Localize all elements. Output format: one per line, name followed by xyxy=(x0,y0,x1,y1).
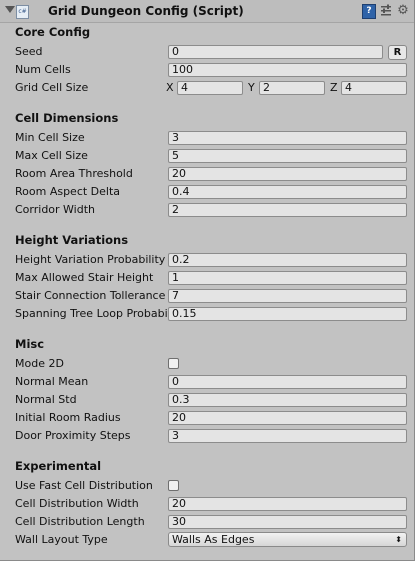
wall-layout-type-dropdown[interactable]: Walls As Edges ⬍ xyxy=(168,532,407,547)
num-cells-field[interactable]: 100 xyxy=(168,63,407,77)
max-allowed-stair-height-label: Max Allowed Stair Height xyxy=(15,271,154,284)
max-cell-size-label: Max Cell Size xyxy=(15,149,88,162)
inspector-panel: c# Grid Dungeon Config (Script) ? ⚙ Core… xyxy=(0,0,415,561)
cell-distribution-length-field[interactable]: 30 xyxy=(168,515,407,529)
corridor-width-label: Corridor Width xyxy=(15,203,96,216)
seed-label: Seed xyxy=(15,45,43,58)
reseed-button[interactable]: R xyxy=(388,45,407,60)
door-proximity-steps-label: Door Proximity Steps xyxy=(15,429,131,442)
cell-distribution-width-label: Cell Distribution Width xyxy=(15,497,139,510)
foldout-arrow-icon[interactable] xyxy=(5,6,15,13)
grid-z-field[interactable]: 4 xyxy=(341,81,407,95)
initial-room-radius-field[interactable]: 20 xyxy=(168,411,407,425)
use-fast-cell-distribution-checkbox[interactable] xyxy=(168,480,179,491)
grid-cell-size-label: Grid Cell Size xyxy=(15,81,89,94)
door-proximity-steps-field[interactable]: 3 xyxy=(168,429,407,443)
cell-distribution-length-label: Cell Distribution Length xyxy=(15,515,145,528)
room-aspect-delta-label: Room Aspect Delta xyxy=(15,185,121,198)
max-allowed-stair-height-field[interactable]: 1 xyxy=(168,271,407,285)
normal-mean-label: Normal Mean xyxy=(15,375,89,388)
stair-connection-tollerance-label: Stair Connection Tollerance xyxy=(15,289,166,302)
section-cell-dimensions: Cell Dimensions xyxy=(15,111,119,125)
seed-field[interactable]: 0 xyxy=(168,45,383,59)
grid-y-field[interactable]: 2 xyxy=(259,81,325,95)
room-area-threshold-label: Room Area Threshold xyxy=(15,167,133,180)
corridor-width-field[interactable]: 2 xyxy=(168,203,407,217)
num-cells-label: Num Cells xyxy=(15,63,71,76)
spanning-tree-loop-probability-field[interactable]: 0.15 xyxy=(168,307,407,321)
room-area-threshold-field[interactable]: 20 xyxy=(168,167,407,181)
mode-2d-label: Mode 2D xyxy=(15,357,64,370)
mode-2d-checkbox[interactable] xyxy=(168,358,179,369)
grid-x-field[interactable]: 4 xyxy=(177,81,243,95)
min-cell-size-label: Min Cell Size xyxy=(15,131,85,144)
section-misc: Misc xyxy=(15,337,45,351)
section-experimental: Experimental xyxy=(15,459,102,473)
spanning-tree-loop-probability-label: Spanning Tree Loop Probability xyxy=(15,307,168,320)
grid-y-label: Y xyxy=(248,81,255,94)
cell-distribution-width-field[interactable]: 20 xyxy=(168,497,407,511)
gear-icon[interactable]: ⚙ xyxy=(397,4,409,17)
dropdown-arrow-icon: ⬍ xyxy=(395,535,402,544)
normal-std-label: Normal Std xyxy=(15,393,77,406)
use-fast-cell-distribution-label: Use Fast Cell Distribution xyxy=(15,479,153,492)
section-height-variations: Height Variations xyxy=(15,233,129,247)
component-title: Grid Dungeon Config (Script) xyxy=(48,4,244,18)
room-aspect-delta-field[interactable]: 0.4 xyxy=(168,185,407,199)
component-header[interactable]: c# Grid Dungeon Config (Script) ? ⚙ xyxy=(0,0,414,23)
initial-room-radius-label: Initial Room Radius xyxy=(15,411,121,424)
help-icon[interactable]: ? xyxy=(362,4,376,19)
min-cell-size-field[interactable]: 3 xyxy=(168,131,407,145)
height-variation-probability-label: Height Variation Probability xyxy=(15,253,166,266)
grid-z-label: Z xyxy=(330,81,338,94)
stair-connection-tollerance-field[interactable]: 7 xyxy=(168,289,407,303)
preset-icon[interactable] xyxy=(380,4,392,17)
normal-mean-field[interactable]: 0 xyxy=(168,375,407,389)
height-variation-probability-field[interactable]: 0.2 xyxy=(168,253,407,267)
wall-layout-type-value: Walls As Edges xyxy=(172,533,255,546)
section-core-config: Core Config xyxy=(15,25,91,39)
script-icon: c# xyxy=(16,5,29,19)
normal-std-field[interactable]: 0.3 xyxy=(168,393,407,407)
max-cell-size-field[interactable]: 5 xyxy=(168,149,407,163)
wall-layout-type-label: Wall Layout Type xyxy=(15,533,108,546)
grid-x-label: X xyxy=(166,81,174,94)
